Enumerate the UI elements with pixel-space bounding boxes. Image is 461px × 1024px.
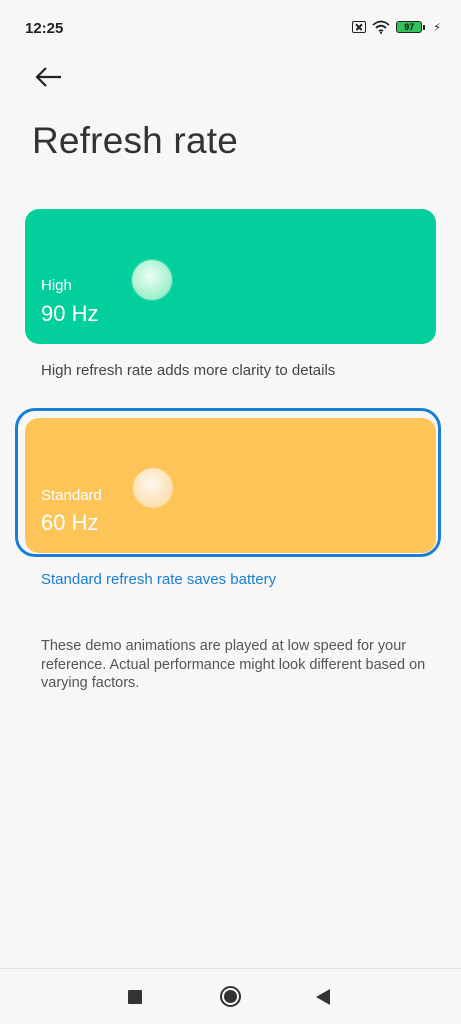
charging-icon: ⚡ bbox=[433, 21, 441, 34]
recents-square-icon[interactable] bbox=[128, 990, 142, 1004]
back-button[interactable] bbox=[34, 64, 66, 92]
demo-ball-high bbox=[132, 260, 172, 300]
battery-level: 97 bbox=[396, 21, 423, 33]
settings-screen: 12:25 97 ⚡ Refresh rate High 90 Hz High … bbox=[0, 0, 461, 1024]
standard-refresh-option-card[interactable]: Standard 60 Hz bbox=[25, 418, 436, 553]
demo-ball-standard bbox=[133, 468, 173, 508]
high-refresh-option-card[interactable]: High 90 Hz bbox=[25, 209, 436, 344]
back-triangle-icon[interactable] bbox=[316, 989, 330, 1005]
page-title: Refresh rate bbox=[32, 120, 238, 161]
battery-icon: 97 bbox=[396, 21, 426, 33]
battery-tip bbox=[423, 24, 426, 30]
high-option-value: 90 Hz bbox=[41, 301, 99, 326]
wifi-icon bbox=[372, 20, 390, 34]
status-icons: 97 ⚡ bbox=[352, 20, 441, 34]
high-option-label: High bbox=[41, 277, 72, 294]
standard-option-caption: Standard refresh rate saves battery bbox=[41, 571, 277, 588]
arrow-left-icon bbox=[35, 67, 61, 87]
sim-icon bbox=[352, 21, 367, 33]
status-bar: 12:25 97 ⚡ bbox=[0, 0, 461, 56]
navigation-bar bbox=[0, 968, 461, 1024]
demo-note: These demo animations are played at low … bbox=[41, 638, 426, 691]
standard-option-value: 60 Hz bbox=[41, 510, 99, 535]
high-option-caption: High refresh rate adds more clarity to d… bbox=[41, 362, 336, 379]
standard-option-label: Standard bbox=[41, 487, 102, 504]
home-circle-icon[interactable] bbox=[220, 986, 241, 1007]
status-time: 12:25 bbox=[25, 20, 64, 37]
